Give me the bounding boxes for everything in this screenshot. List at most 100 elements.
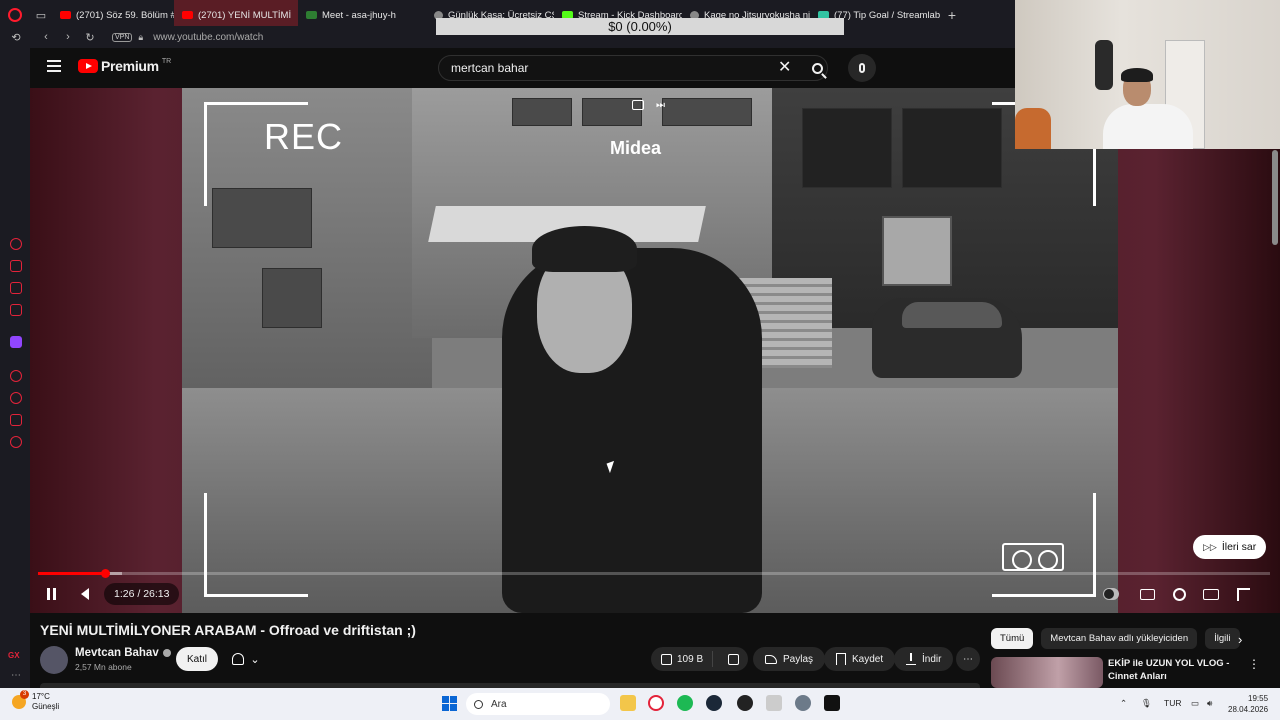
webcam-overlay: [1015, 0, 1280, 149]
youtube-icon: [182, 11, 193, 19]
chevron-right-icon[interactable]: ›: [1238, 632, 1242, 647]
recommended-more-icon[interactable]: ⋮: [1248, 657, 1260, 671]
channel-avatar[interactable]: [40, 646, 68, 674]
thumbs-up-icon: [661, 653, 672, 665]
tray-expand-icon[interactable]: ⌃: [1120, 698, 1127, 709]
skip-forward-button[interactable]: ▷▷ İleri sar: [1193, 535, 1267, 559]
popup-video-icon[interactable]: [632, 100, 644, 110]
bookmark-icon: [836, 653, 846, 665]
menu-icon[interactable]: [47, 60, 61, 72]
weather-desc: Güneşli: [32, 702, 60, 711]
recommendation-chips: Tümü Mevtcan Bahav adlı yükleyiciden İlg…: [991, 628, 1240, 649]
language-indicator[interactable]: TUR: [1164, 698, 1181, 708]
theater-mode-icon[interactable]: [1203, 586, 1219, 602]
epic-games-icon[interactable]: [824, 695, 840, 711]
forward-icon[interactable]: ›: [60, 29, 76, 45]
dislike-button[interactable]: [719, 653, 748, 665]
player-icon[interactable]: [10, 370, 22, 382]
gx-label[interactable]: GX: [8, 651, 20, 660]
notepad-icon[interactable]: [766, 695, 782, 711]
sync-icon[interactable]: ⟲: [8, 29, 24, 45]
spotify-icon[interactable]: [677, 695, 693, 711]
join-button[interactable]: Katıl: [176, 647, 219, 671]
donation-overlay: $0 (0.00%): [436, 18, 844, 35]
next-track-icon[interactable]: ⏭: [656, 100, 665, 111]
obs-icon[interactable]: [737, 695, 753, 711]
like-button[interactable]: 109 B: [651, 651, 713, 667]
recommended-title[interactable]: EKİP ile UZUN YOL VLOG - Cinnet Anları: [1108, 657, 1248, 683]
video-title: YENİ MULTİMİLYONER ARABAM - Offroad ve d…: [40, 622, 416, 638]
file-explorer-icon[interactable]: [620, 695, 636, 711]
extensions-icon[interactable]: [10, 414, 22, 426]
sun-icon: 3: [12, 690, 29, 709]
volume-tray-icon[interactable]: 🔊︎: [1207, 698, 1212, 709]
download-button[interactable]: İndir: [894, 647, 954, 671]
opera-gx-icon[interactable]: [648, 695, 664, 711]
fast-forward-icon: ▷▷: [1203, 541, 1217, 552]
chip-from-uploader[interactable]: Mevtcan Bahav adlı yükleyiciden: [1041, 628, 1198, 649]
messenger-icon[interactable]: [10, 304, 22, 316]
youtube-logo[interactable]: Premium TR: [78, 58, 171, 74]
gx-games-icon[interactable]: [10, 282, 22, 294]
save-button[interactable]: Kaydet: [824, 647, 896, 671]
channel-name[interactable]: Mevtcan Bahav: [75, 647, 171, 659]
tab-label: Meet - asa-jhuy-h: [322, 9, 396, 21]
search-icon: [474, 699, 483, 709]
progress-bar[interactable]: [38, 572, 1270, 575]
youtube-play-icon: [78, 59, 98, 73]
windows-start-icon[interactable]: [442, 696, 457, 711]
clock[interactable]: 19:55 28.04.2026: [1228, 693, 1268, 715]
history-icon[interactable]: [10, 392, 22, 404]
share-button[interactable]: Paylaş: [753, 647, 826, 671]
chip-related[interactable]: İlgili: [1205, 628, 1240, 649]
back-icon[interactable]: ‹: [38, 29, 54, 45]
verified-icon: [162, 648, 171, 657]
cassette-icon: [1002, 543, 1064, 571]
recommended-thumbnail[interactable]: [991, 657, 1103, 688]
steam-icon[interactable]: [706, 695, 722, 711]
twitch-icon[interactable]: [10, 336, 22, 348]
notification-button[interactable]: ⌄: [222, 647, 270, 671]
autoplay-toggle[interactable]: [1103, 586, 1119, 602]
clear-search-icon[interactable]: ✕: [778, 57, 791, 77]
share-icon: [765, 654, 777, 664]
video-frame[interactable]: Midea REC: [182, 88, 1118, 613]
mic-icon: [859, 63, 865, 73]
url-text[interactable]: www.youtube.com/watch: [153, 32, 263, 43]
sidebar-more-icon[interactable]: ⋯: [11, 670, 21, 681]
search-input[interactable]: mertcan bahar: [438, 55, 828, 81]
pause-button[interactable]: [44, 584, 58, 604]
settings-gear-icon[interactable]: [1171, 586, 1187, 602]
search-button[interactable]: [806, 55, 828, 81]
settings-icon[interactable]: [10, 436, 22, 448]
chip-all[interactable]: Tümü: [991, 628, 1034, 649]
tab-label: (2701) YENİ MULTİMİ: [198, 9, 292, 21]
vpn-badge[interactable]: VPN: [112, 32, 133, 42]
progress-scrubber[interactable]: [101, 569, 110, 578]
gx-control-icon[interactable]: [10, 238, 22, 250]
midea-sign: Midea: [610, 138, 662, 158]
captions-icon[interactable]: [1139, 586, 1155, 602]
network-icon[interactable]: ▭: [1191, 698, 1199, 709]
bell-icon: [232, 653, 245, 665]
settings-app-icon[interactable]: [795, 695, 811, 711]
volume-button[interactable]: [76, 584, 94, 604]
download-icon: [906, 653, 916, 665]
youtube-icon: [60, 11, 71, 19]
gx-corner-icon[interactable]: [10, 260, 22, 272]
direction-sign: [882, 216, 952, 286]
meet-icon: [306, 11, 317, 19]
page-scrollbar[interactable]: [1272, 150, 1278, 245]
more-actions-button[interactable]: ⋯: [956, 647, 980, 671]
weather-widget[interactable]: 3 17°C Güneşli: [12, 690, 60, 712]
tab-label: (2701) Söz 59. Bölüm #Sar: [76, 9, 174, 21]
reload-icon[interactable]: ↻: [82, 29, 98, 45]
windows-taskbar: 3 17°C Güneşli Ara ⌃ 🎙︎ TUR ▭ 🔊︎ 19:55 2…: [0, 688, 1280, 720]
search-icon: [811, 62, 823, 74]
like-dislike-group: 109 B: [651, 647, 748, 671]
fullscreen-icon[interactable]: [1235, 586, 1251, 602]
mic-tray-icon[interactable]: 🎙︎: [1141, 698, 1152, 709]
taskbar-search[interactable]: Ara: [466, 693, 610, 715]
progress-played: [38, 572, 105, 575]
voice-search-button[interactable]: [848, 54, 876, 82]
